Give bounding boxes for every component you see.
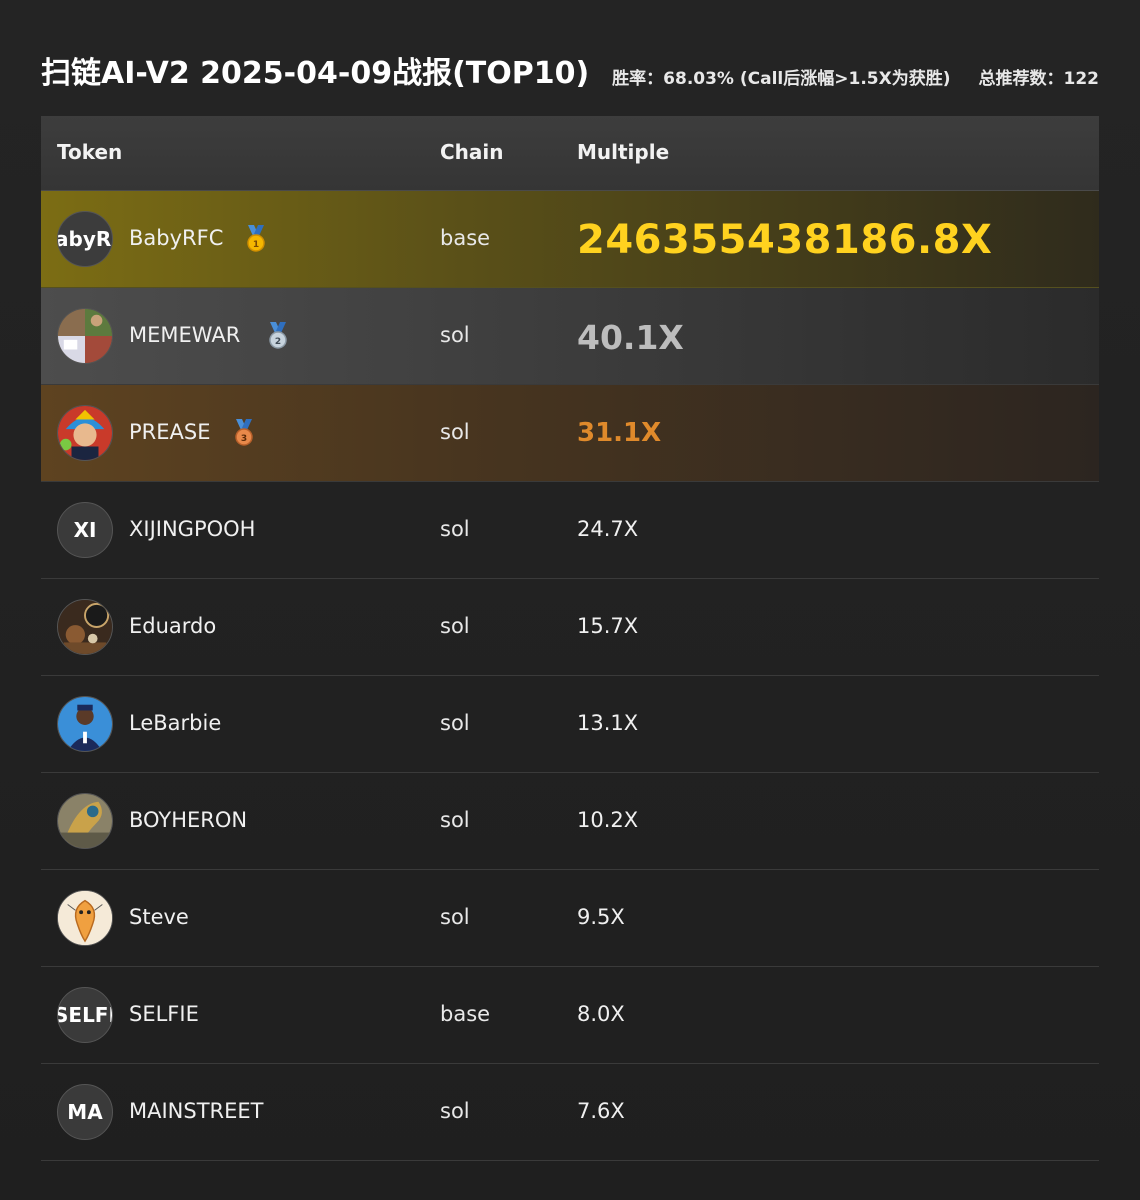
token-name: SELFIE xyxy=(129,1002,199,1026)
token-name: MAINSTREET xyxy=(129,1099,264,1123)
column-header-multiple: Multiple xyxy=(577,140,670,164)
token-name: MEMEWAR xyxy=(129,323,241,347)
token-multiple: 31.1X xyxy=(577,418,662,448)
avatar-label: XI xyxy=(73,518,97,542)
table-row[interactable]: MEMEWAR 2 sol 40.1X xyxy=(41,288,1099,385)
column-header-token: Token xyxy=(57,140,123,164)
token-avatar: abyRI xyxy=(57,211,113,267)
token-avatar: XI xyxy=(57,502,113,558)
gold-medal-icon: 1 xyxy=(247,225,265,252)
table-row[interactable]: XI XIJINGPOOH sol 24.7X xyxy=(41,482,1099,579)
eduardo-avatar-image xyxy=(58,600,112,654)
avatar-label: abyRI xyxy=(57,227,112,251)
token-multiple: 9.5X xyxy=(577,905,625,929)
token-name: LeBarbie xyxy=(129,711,222,735)
token-chain: sol xyxy=(440,711,470,735)
table-row[interactable]: LeBarbie sol 13.1X xyxy=(41,676,1099,773)
steve-avatar-image xyxy=(58,891,112,945)
token-name: PREASE xyxy=(129,420,211,444)
bronze-medal-icon: 3 xyxy=(235,419,253,446)
token-multiple: 7.6X xyxy=(577,1099,625,1123)
column-header-chain: Chain xyxy=(440,140,504,164)
token-chain: sol xyxy=(440,1099,470,1123)
token-avatar xyxy=(57,599,113,655)
token-avatar: SELFII xyxy=(57,987,113,1043)
avatar-label: MA xyxy=(67,1100,103,1124)
token-name: Steve xyxy=(129,905,189,929)
ranking-table: Token Chain Multiple abyRI BabyRFC 1 bas… xyxy=(41,116,1099,1161)
token-multiple: 40.1X xyxy=(577,318,684,357)
token-chain: sol xyxy=(440,905,470,929)
token-multiple: 15.7X xyxy=(577,614,639,638)
token-chain: sol xyxy=(440,323,470,347)
report-page: 扫链AI-V2 2025-04-09战报(TOP10) 胜率：68.03% (C… xyxy=(0,0,1140,1200)
token-multiple: 24.7X xyxy=(577,517,639,541)
memewar-avatar-image xyxy=(58,309,112,363)
token-multiple: 13.1X xyxy=(577,711,639,735)
token-chain: base xyxy=(440,1002,491,1026)
token-chain: sol xyxy=(440,420,470,444)
token-avatar xyxy=(57,696,113,752)
token-multiple: 8.0X xyxy=(577,1002,625,1026)
svg-text:2: 2 xyxy=(275,337,281,347)
token-chain: sol xyxy=(440,808,470,832)
token-chain: base xyxy=(440,226,491,250)
boyheron-avatar-image xyxy=(58,794,112,848)
win-rate-text: 胜率：68.03% (Call后涨幅>1.5X为获胜) xyxy=(612,69,951,89)
report-header: 扫链AI-V2 2025-04-09战报(TOP10) 胜率：68.03% (C… xyxy=(41,44,1099,94)
avatar-label: SELFII xyxy=(57,1003,112,1027)
token-name: Eduardo xyxy=(129,614,217,638)
table-row[interactable]: BOYHERON sol 10.2X xyxy=(41,773,1099,870)
silver-medal-icon: 2 xyxy=(269,322,287,349)
token-avatar xyxy=(57,405,113,461)
table-row[interactable]: PREASE 3 sol 31.1X xyxy=(41,385,1099,482)
table-row[interactable]: Steve sol 9.5X xyxy=(41,870,1099,967)
token-multiple: 246355438186.8X xyxy=(577,217,993,263)
token-chain: sol xyxy=(440,517,470,541)
lebarbie-avatar-image xyxy=(58,697,112,751)
token-avatar xyxy=(57,890,113,946)
table-row[interactable]: abyRI BabyRFC 1 base 246355438186.8X xyxy=(41,191,1099,288)
token-name: XIJINGPOOH xyxy=(129,517,256,541)
token-name: BabyRFC xyxy=(129,226,224,250)
prease-avatar-image xyxy=(58,406,112,460)
table-header: Token Chain Multiple xyxy=(41,116,1099,191)
table-row[interactable]: Eduardo sol 15.7X xyxy=(41,579,1099,676)
token-name: BOYHERON xyxy=(129,808,248,832)
svg-text:1: 1 xyxy=(253,240,259,250)
table-row[interactable]: MA MAINSTREET sol 7.6X xyxy=(41,1064,1099,1161)
svg-text:3: 3 xyxy=(241,434,247,444)
token-avatar xyxy=(57,308,113,364)
page-title: 扫链AI-V2 2025-04-09战报(TOP10) xyxy=(41,56,590,91)
table-row[interactable]: SELFII SELFIE base 8.0X xyxy=(41,967,1099,1064)
stats-summary: 胜率：68.03% (Call后涨幅>1.5X为获胜) 总推荐数：122 xyxy=(612,64,1099,89)
token-avatar: MA xyxy=(57,1084,113,1140)
token-multiple: 10.2X xyxy=(577,808,639,832)
total-recommendations-text: 总推荐数：122 xyxy=(978,69,1100,89)
token-avatar xyxy=(57,793,113,849)
token-chain: sol xyxy=(440,614,470,638)
